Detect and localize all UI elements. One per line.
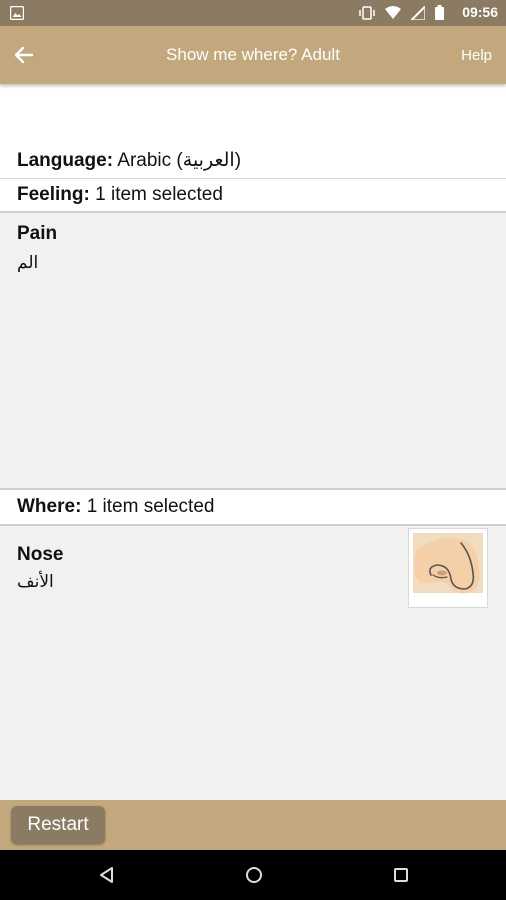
app-bar: Show me where? Adult Help: [0, 26, 506, 84]
bottom-bar: Restart: [0, 800, 506, 850]
restart-button[interactable]: Restart: [11, 806, 105, 844]
vibrate-icon: [359, 5, 375, 25]
where-label: Where:: [17, 496, 82, 517]
where-item-name: Nose: [17, 544, 64, 565]
image-notification-icon: [9, 5, 25, 25]
battery-icon: [435, 5, 444, 25]
nav-back-icon[interactable]: [97, 865, 117, 885]
feeling-item-name: Pain: [17, 223, 58, 244]
signal-icon: [409, 3, 426, 25]
page-title: Show me where? Adult: [166, 45, 340, 64]
where-header[interactable]: Where: 1 item selected: [0, 490, 506, 526]
feeling-item-translation: الم: [17, 253, 39, 272]
status-time: 09:56: [462, 4, 498, 20]
nav-home-icon[interactable]: [244, 865, 264, 885]
language-value: Arabic (العربية): [117, 150, 242, 171]
list-item[interactable]: Nose الأنف: [0, 526, 506, 616]
where-summary: 1 item selected: [86, 496, 215, 517]
where-list: Nose الأنف: [0, 526, 506, 800]
nav-recents-icon[interactable]: [391, 865, 411, 885]
feeling-label: Feeling:: [17, 184, 90, 205]
feeling-list: Pain الم: [0, 213, 506, 490]
status-bar: 09:56: [0, 0, 506, 26]
feeling-header[interactable]: Feeling: 1 item selected: [0, 179, 506, 213]
system-nav-bar: [0, 850, 506, 900]
feeling-summary: 1 item selected: [95, 184, 223, 205]
where-item-translation: الأنف: [17, 572, 54, 591]
language-label: Language:: [17, 150, 114, 171]
wifi-icon: [385, 6, 401, 24]
help-button[interactable]: Help: [461, 47, 492, 64]
list-item[interactable]: Pain الم: [0, 213, 506, 283]
nose-illustration-icon[interactable]: [408, 528, 488, 608]
language-row[interactable]: Language: Arabic (العربية): [0, 146, 506, 179]
